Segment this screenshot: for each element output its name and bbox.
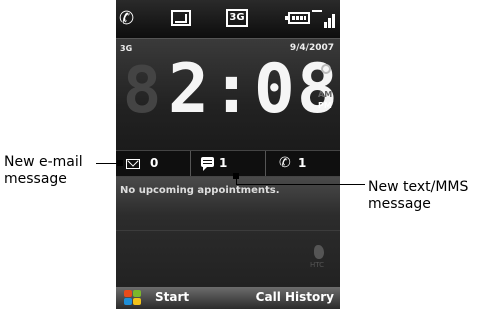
htc-logo-shape xyxy=(314,245,324,259)
pm-indicator: PM xyxy=(318,101,332,110)
missed-call-notification[interactable]: ✆ 1 xyxy=(266,151,340,176)
missed-call-count: 1 xyxy=(298,156,307,170)
email-count: 0 xyxy=(150,156,159,170)
3g-icon[interactable]: 3G xyxy=(226,9,248,27)
clock-panel[interactable]: 3G 9/4/2007 8 2:08 AM PM ⏰ ⚙ ● xyxy=(116,39,340,176)
leader-dot-email xyxy=(117,160,123,166)
htc-logo: HTC xyxy=(310,245,330,273)
am-indicator: AM xyxy=(318,90,333,99)
appointments-panel[interactable]: No upcoming appointments. HTC xyxy=(116,177,340,287)
missed-call-icon[interactable]: ✆ xyxy=(119,8,134,29)
missed-call-icon: ✆ xyxy=(279,155,291,171)
new-message-icon[interactable] xyxy=(171,10,191,26)
leader-dot-text xyxy=(233,173,239,179)
network-label: 3G xyxy=(120,44,133,53)
call-history-softkey[interactable]: Call History xyxy=(256,290,334,304)
battery-icon[interactable] xyxy=(285,12,310,24)
text-count: 1 xyxy=(219,156,228,170)
soft-key-bar: Start Call History xyxy=(116,287,340,309)
status-bar: ✆ 3G xyxy=(116,0,340,39)
windows-logo-icon[interactable] xyxy=(124,290,142,306)
envelope-icon xyxy=(126,159,140,169)
time-display: 2:08 xyxy=(168,50,340,129)
leader-line-text xyxy=(236,184,365,185)
text-message-icon xyxy=(201,157,214,171)
start-softkey[interactable]: Start xyxy=(155,290,189,304)
signal-icon[interactable] xyxy=(312,10,336,28)
phone-screen: ✆ 3G 3G 9/4/2007 8 2:08 AM PM ⏰ ⚙ ● xyxy=(116,0,340,309)
htc-watermark: HTC xyxy=(310,261,325,269)
alarm-set-icon xyxy=(321,64,331,74)
email-notification[interactable]: 0 xyxy=(116,151,191,176)
appointments-message: No upcoming appointments. xyxy=(120,185,280,196)
notification-row: 0 1 ✆ 1 xyxy=(116,150,340,177)
ghost-hour-digit: 8 xyxy=(122,54,162,128)
divider xyxy=(116,230,340,231)
callout-text: New text/MMS message xyxy=(368,179,469,212)
text-notification[interactable]: 1 xyxy=(191,151,266,176)
callout-email: New e-mail message xyxy=(4,154,83,187)
